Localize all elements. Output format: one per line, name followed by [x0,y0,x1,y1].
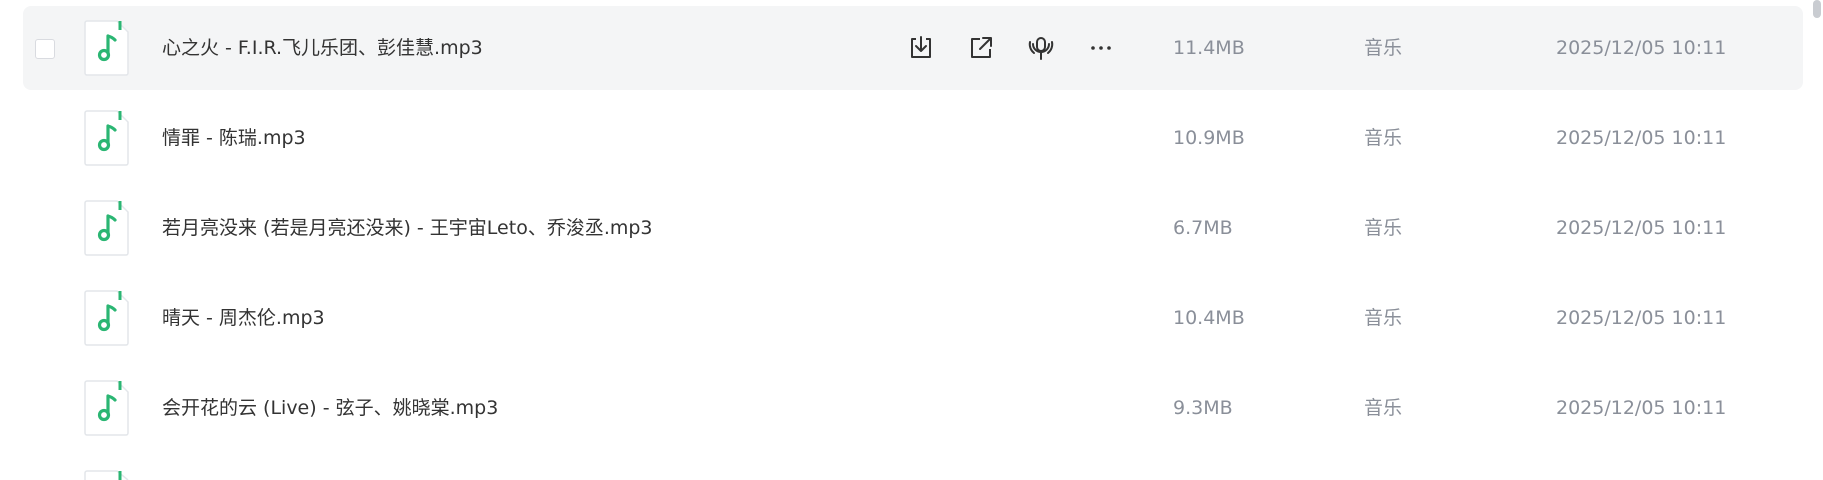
file-date: 2025/12/05 10:11 [1556,127,1727,149]
file-size: 10.4MB [1173,307,1245,329]
music-file-icon [84,380,129,436]
scrollbar-thumb[interactable] [1813,0,1821,18]
music-file-icon [84,110,129,166]
file-list: 心之火 - F.I.R.飞儿乐团、彭佳慧.mp3 11.4MB 音乐 2025/… [0,0,1823,480]
podcast-icon [1028,37,1054,60]
more-button[interactable] [1083,30,1119,66]
file-row[interactable]: 情罪 - 陈瑞.mp3 10.9MB 音乐 2025/12/05 10:11 [23,96,1803,180]
file-date: 2025/12/05 10:11 [1556,37,1727,59]
file-size: 6.7MB [1173,217,1233,239]
share-icon [971,37,992,58]
file-date: 2025/12/05 10:11 [1556,397,1727,419]
file-row[interactable]: 晴天 - 周杰伦.mp3 10.4MB 音乐 2025/12/05 10:11 [23,276,1803,360]
music-file-icon [84,290,129,346]
file-row[interactable]: 若月亮没来 (若是月亮还没来) - 王宇宙Leto、乔浚丞.mp3 6.7MB … [23,186,1803,270]
file-date: 2025/12/05 10:11 [1556,307,1727,329]
file-size: 10.9MB [1173,127,1245,149]
file-type: 音乐 [1364,397,1403,419]
more-icon [1091,46,1111,50]
music-file-icon [84,20,129,76]
download-button[interactable] [903,30,939,66]
file-date: 2025/12/05 10:11 [1556,217,1727,239]
file-name[interactable]: 晴天 - 周杰伦.mp3 [162,276,325,360]
music-file-icon [84,200,129,256]
file-size: 9.3MB [1173,397,1233,419]
music-file-icon [84,470,129,480]
file-type: 音乐 [1364,37,1403,59]
podcast-button[interactable] [1023,30,1059,66]
file-name[interactable]: 会开花的云 (Live) - 弦子、姚晓棠.mp3 [162,366,498,450]
row-checkbox[interactable] [35,39,55,59]
file-type: 音乐 [1364,127,1403,149]
file-row[interactable]: 会开花的云 (Live) - 弦子、姚晓棠.mp3 9.3MB 音乐 2025/… [23,366,1803,450]
share-button[interactable] [963,30,999,66]
file-type: 音乐 [1364,217,1403,239]
file-name[interactable]: 若月亮没来 (若是月亮还没来) - 王宇宙Leto、乔浚丞.mp3 [162,186,653,270]
file-type: 音乐 [1364,307,1403,329]
file-row[interactable]: 心之火 - F.I.R.飞儿乐团、彭佳慧.mp3 11.4MB 音乐 2025/… [23,6,1803,90]
file-name[interactable]: 情罪 - 陈瑞.mp3 [162,96,306,180]
file-name[interactable]: 心之火 - F.I.R.飞儿乐团、彭佳慧.mp3 [162,6,483,90]
file-size: 11.4MB [1173,37,1245,59]
download-icon [911,36,931,58]
